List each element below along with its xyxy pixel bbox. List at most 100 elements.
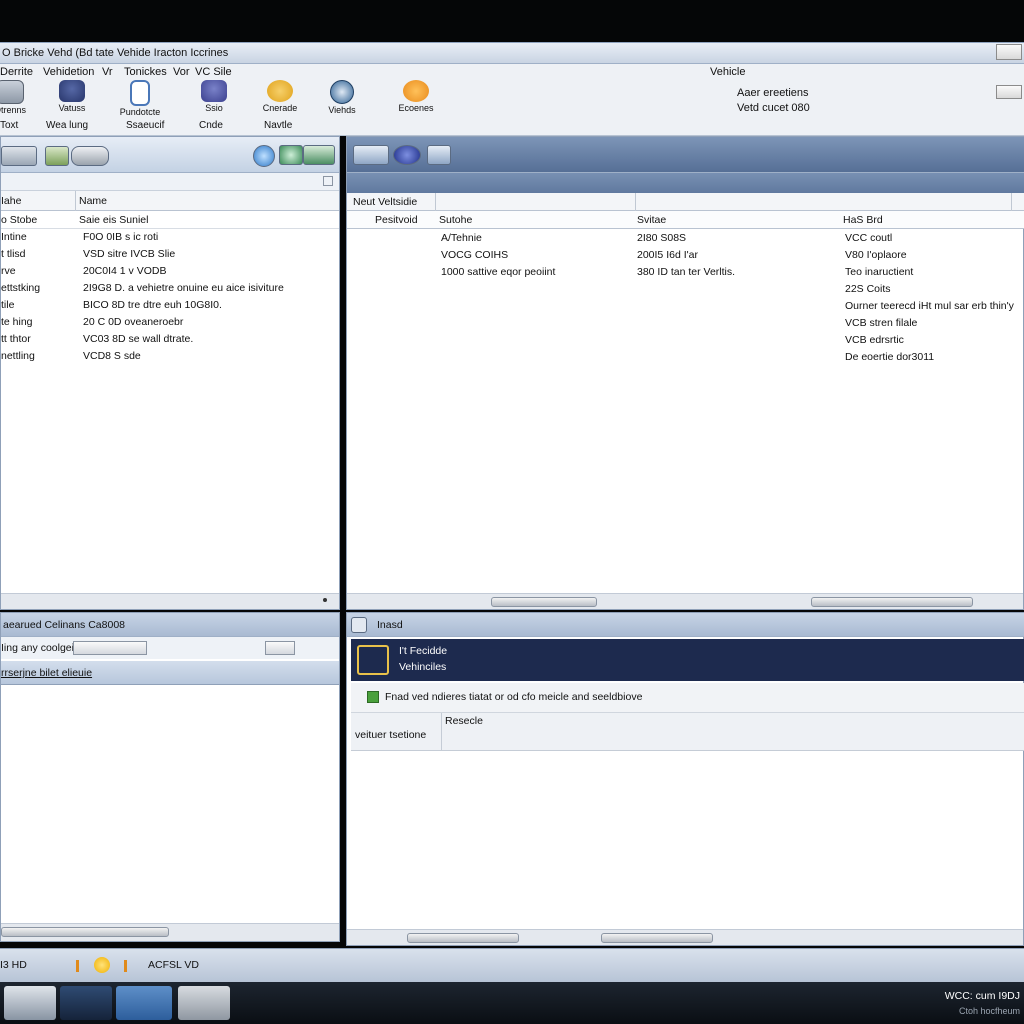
menu-item-vc-sile[interactable]: VC Sile — [195, 66, 232, 78]
taskbar-app-browser-icon[interactable] — [60, 986, 112, 1020]
toolbar-sublabel: Navtle — [264, 120, 293, 131]
menu-item-tonickes[interactable]: Tonickes — [124, 66, 167, 78]
taskbar-app-diagnostic-icon[interactable] — [178, 986, 230, 1020]
filter-close-icon[interactable] — [323, 176, 333, 186]
column-header[interactable]: Svitae — [637, 214, 666, 226]
table-cell: De eoertie dor3011 — [845, 351, 935, 363]
menu-item-vor[interactable]: Vor — [173, 66, 190, 78]
column-header[interactable]: Name — [79, 195, 107, 207]
tool-otrenns-button[interactable]: Otrenns — [0, 80, 40, 115]
left-pane-rows: o Stobe Saie eis Suniel Intine F0O 0IB s… — [1, 211, 339, 589]
table-cell: VOCG COIHS — [441, 249, 509, 261]
column-header[interactable]: Pesitvoid — [375, 214, 418, 226]
window-close-button[interactable] — [996, 44, 1022, 60]
tool-pundotcte-button[interactable]: Pundotcte — [110, 80, 170, 117]
table-cell: 22S Coits — [845, 283, 891, 295]
status-bar: I3 HD ACFSL VD — [0, 948, 1024, 982]
monitor-icon[interactable] — [303, 145, 335, 165]
tool-label: Cnerade — [262, 103, 298, 113]
left-pane-horizontal-scrollbar[interactable] — [1, 593, 339, 609]
table-row[interactable]: 1000 sattive eqor peoiint 380 ID tan ter… — [347, 263, 1024, 280]
menu-item-vr[interactable]: Vr — [102, 66, 113, 78]
table-row[interactable]: Ourner teerecd iHt mul sar erb thin'y — [347, 297, 1024, 314]
status-left-text: I3 HD — [0, 959, 27, 971]
scroll-thumb[interactable] — [491, 597, 597, 607]
results-field-row: Resecle veituer tsetione — [351, 713, 1024, 751]
results-pane-scrollbar[interactable] — [347, 929, 1023, 945]
clock-line2: Ctoh hocfheum — [958, 1006, 1020, 1016]
scroll-thumb[interactable] — [601, 933, 713, 943]
column-header[interactable]: Sutohe — [439, 214, 472, 226]
start-button[interactable] — [4, 986, 56, 1020]
device-icon — [0, 80, 24, 104]
table-row[interactable]: rve 20C0I4 1 v VODB — [1, 262, 339, 279]
taskbar-app-explorer-icon[interactable] — [116, 986, 172, 1020]
scroll-thumb[interactable] — [811, 597, 973, 607]
scroll-arrow-icon[interactable] — [323, 598, 327, 602]
table-row[interactable]: Intine F0O 0IB s ic roti — [1, 228, 339, 245]
globe-icon[interactable] — [253, 145, 275, 167]
cloud-icon[interactable] — [71, 146, 109, 166]
table-row[interactable]: o Stobe Saie eis Suniel — [1, 211, 339, 229]
table-cell: rve — [1, 265, 16, 277]
table-row[interactable]: De eoertie dor3011 — [347, 348, 1024, 365]
codes-list-header-text[interactable]: rrserjne bilet elieuie — [1, 667, 92, 679]
right-pane-horizontal-scrollbar[interactable] — [347, 593, 1023, 609]
tool-vatuss-button[interactable]: Vatuss — [42, 80, 102, 113]
table-cell: te hing — [1, 316, 33, 328]
car-front-icon — [201, 80, 227, 102]
table-row[interactable]: tt thtor VC03 8D se wall dtrate. — [1, 330, 339, 347]
table-cell: tt thtor — [1, 333, 31, 345]
menu-toolbar-area: Derrite Vehidetion Vr Tonickes Vor VC Si… — [0, 64, 1024, 136]
scanner-icon[interactable] — [1, 146, 37, 166]
table-row[interactable]: tile BICO 8D tre dtre euh 10G8I0. — [1, 296, 339, 313]
selection-label[interactable]: veituer tsetione — [355, 729, 426, 741]
column-divider[interactable] — [75, 191, 76, 211]
table-cell: VCC coutl — [845, 232, 893, 244]
toolbar-sublabel: Wea lung — [46, 120, 89, 131]
toolbar-sublabel: Toxt — [0, 120, 19, 131]
table-row[interactable]: ettstking 2I9G8 D. a vehietre onuine eu … — [1, 279, 339, 296]
menu-item-derrite[interactable]: Derrite — [0, 66, 33, 78]
column-header[interactable]: HaS Brd — [843, 214, 883, 226]
window-restore-button[interactable] — [996, 85, 1022, 99]
folder-icon[interactable] — [45, 146, 69, 166]
table-row[interactable]: VOCG COIHS 200I5 I6d I'ar V80 I'oplaore — [347, 246, 1024, 263]
codes-pane-scrollbar[interactable] — [1, 923, 339, 941]
filter-buttons[interactable] — [265, 641, 295, 655]
info-line: Aaer ereetiens — [737, 87, 809, 99]
filter-dropdown[interactable] — [73, 641, 147, 655]
scroll-thumb[interactable] — [1, 927, 169, 937]
table-row[interactable]: VCB stren filale — [347, 314, 1024, 331]
codes-pane-titlebar: aearued Celinans Ca8008 — [1, 613, 339, 637]
tools-icon[interactable] — [427, 145, 451, 165]
table-row[interactable]: VCB edrsrtic — [347, 331, 1024, 348]
table-cell: 20 C 0D oveaneroebr — [83, 316, 184, 328]
table-cell: VC03 8D se wall dtrate. — [83, 333, 194, 345]
scroll-thumb[interactable] — [407, 933, 519, 943]
right-pane-toolbar — [347, 137, 1024, 173]
table-row[interactable]: t tlisd VSD sitre IVCB Slie — [1, 245, 339, 262]
table-row[interactable]: te hing 20 C 0D oveaneroebr — [1, 313, 339, 330]
results-pane: Inasd I't Fecidde Vehinciles Fnad ved nd… — [346, 612, 1024, 946]
vehicle-logo-icon[interactable] — [393, 145, 421, 165]
tool-viehds-button[interactable]: Viehds — [312, 80, 372, 115]
table-row[interactable]: nettling VCD8 S sde — [1, 347, 339, 364]
table-cell: o Stobe — [1, 214, 38, 226]
menu-item-vehidetion[interactable]: Vehidetion — [43, 66, 94, 78]
table-cell: VCB stren filale — [845, 317, 918, 329]
tool-ssio-button[interactable]: Ssio — [184, 80, 244, 113]
clock-line1[interactable]: WCC: cum I9DJ — [945, 990, 1020, 1002]
window-title-bar[interactable]: O Bricke Vehd (Bd tate Vehide Iracton Ic… — [0, 42, 1024, 64]
vehicle-info: Aaer ereetiens Vetd cucet 080 — [737, 86, 810, 116]
network-icon[interactable] — [279, 145, 303, 165]
table-row[interactable]: 22S Coits — [347, 280, 1024, 297]
column-header[interactable]: Iahe — [1, 195, 21, 207]
table-cell: BICO 8D tre dtre euh 10G8I0. — [83, 299, 222, 311]
tool-cnerade-button[interactable]: Cnerade — [250, 80, 310, 113]
table-row[interactable]: A/Tehnie 2I80 S08S VCC coutl — [347, 229, 1024, 246]
scanner-icon[interactable] — [353, 145, 389, 165]
pane-icon — [351, 617, 367, 633]
left-list-pane: Iahe Name o Stobe Saie eis Suniel Intine… — [0, 136, 340, 610]
tool-ecoenes-button[interactable]: Ecoenes — [386, 80, 446, 113]
